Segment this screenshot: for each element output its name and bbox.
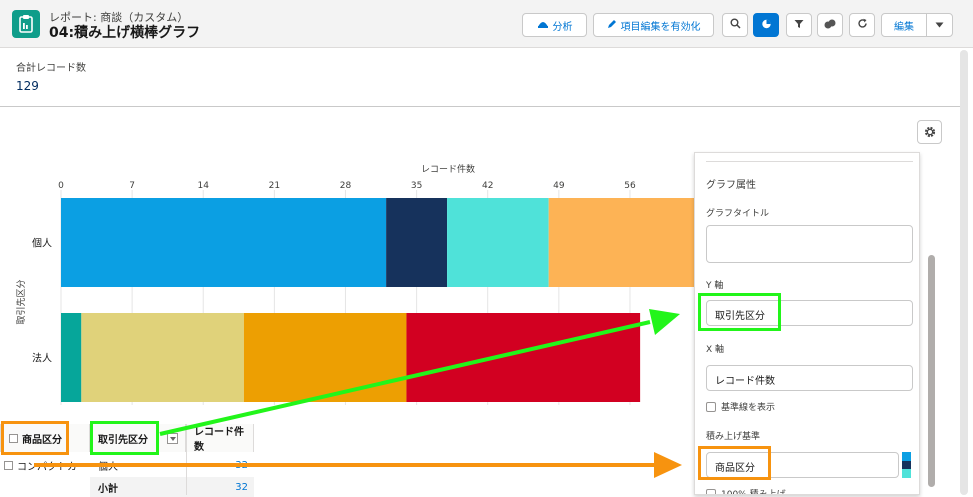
green-arrow-line: [159, 320, 651, 436]
annotation-arrows: [34, 309, 682, 478]
orange-arrow-head: [654, 452, 682, 478]
green-arrow-head: [649, 309, 680, 335]
